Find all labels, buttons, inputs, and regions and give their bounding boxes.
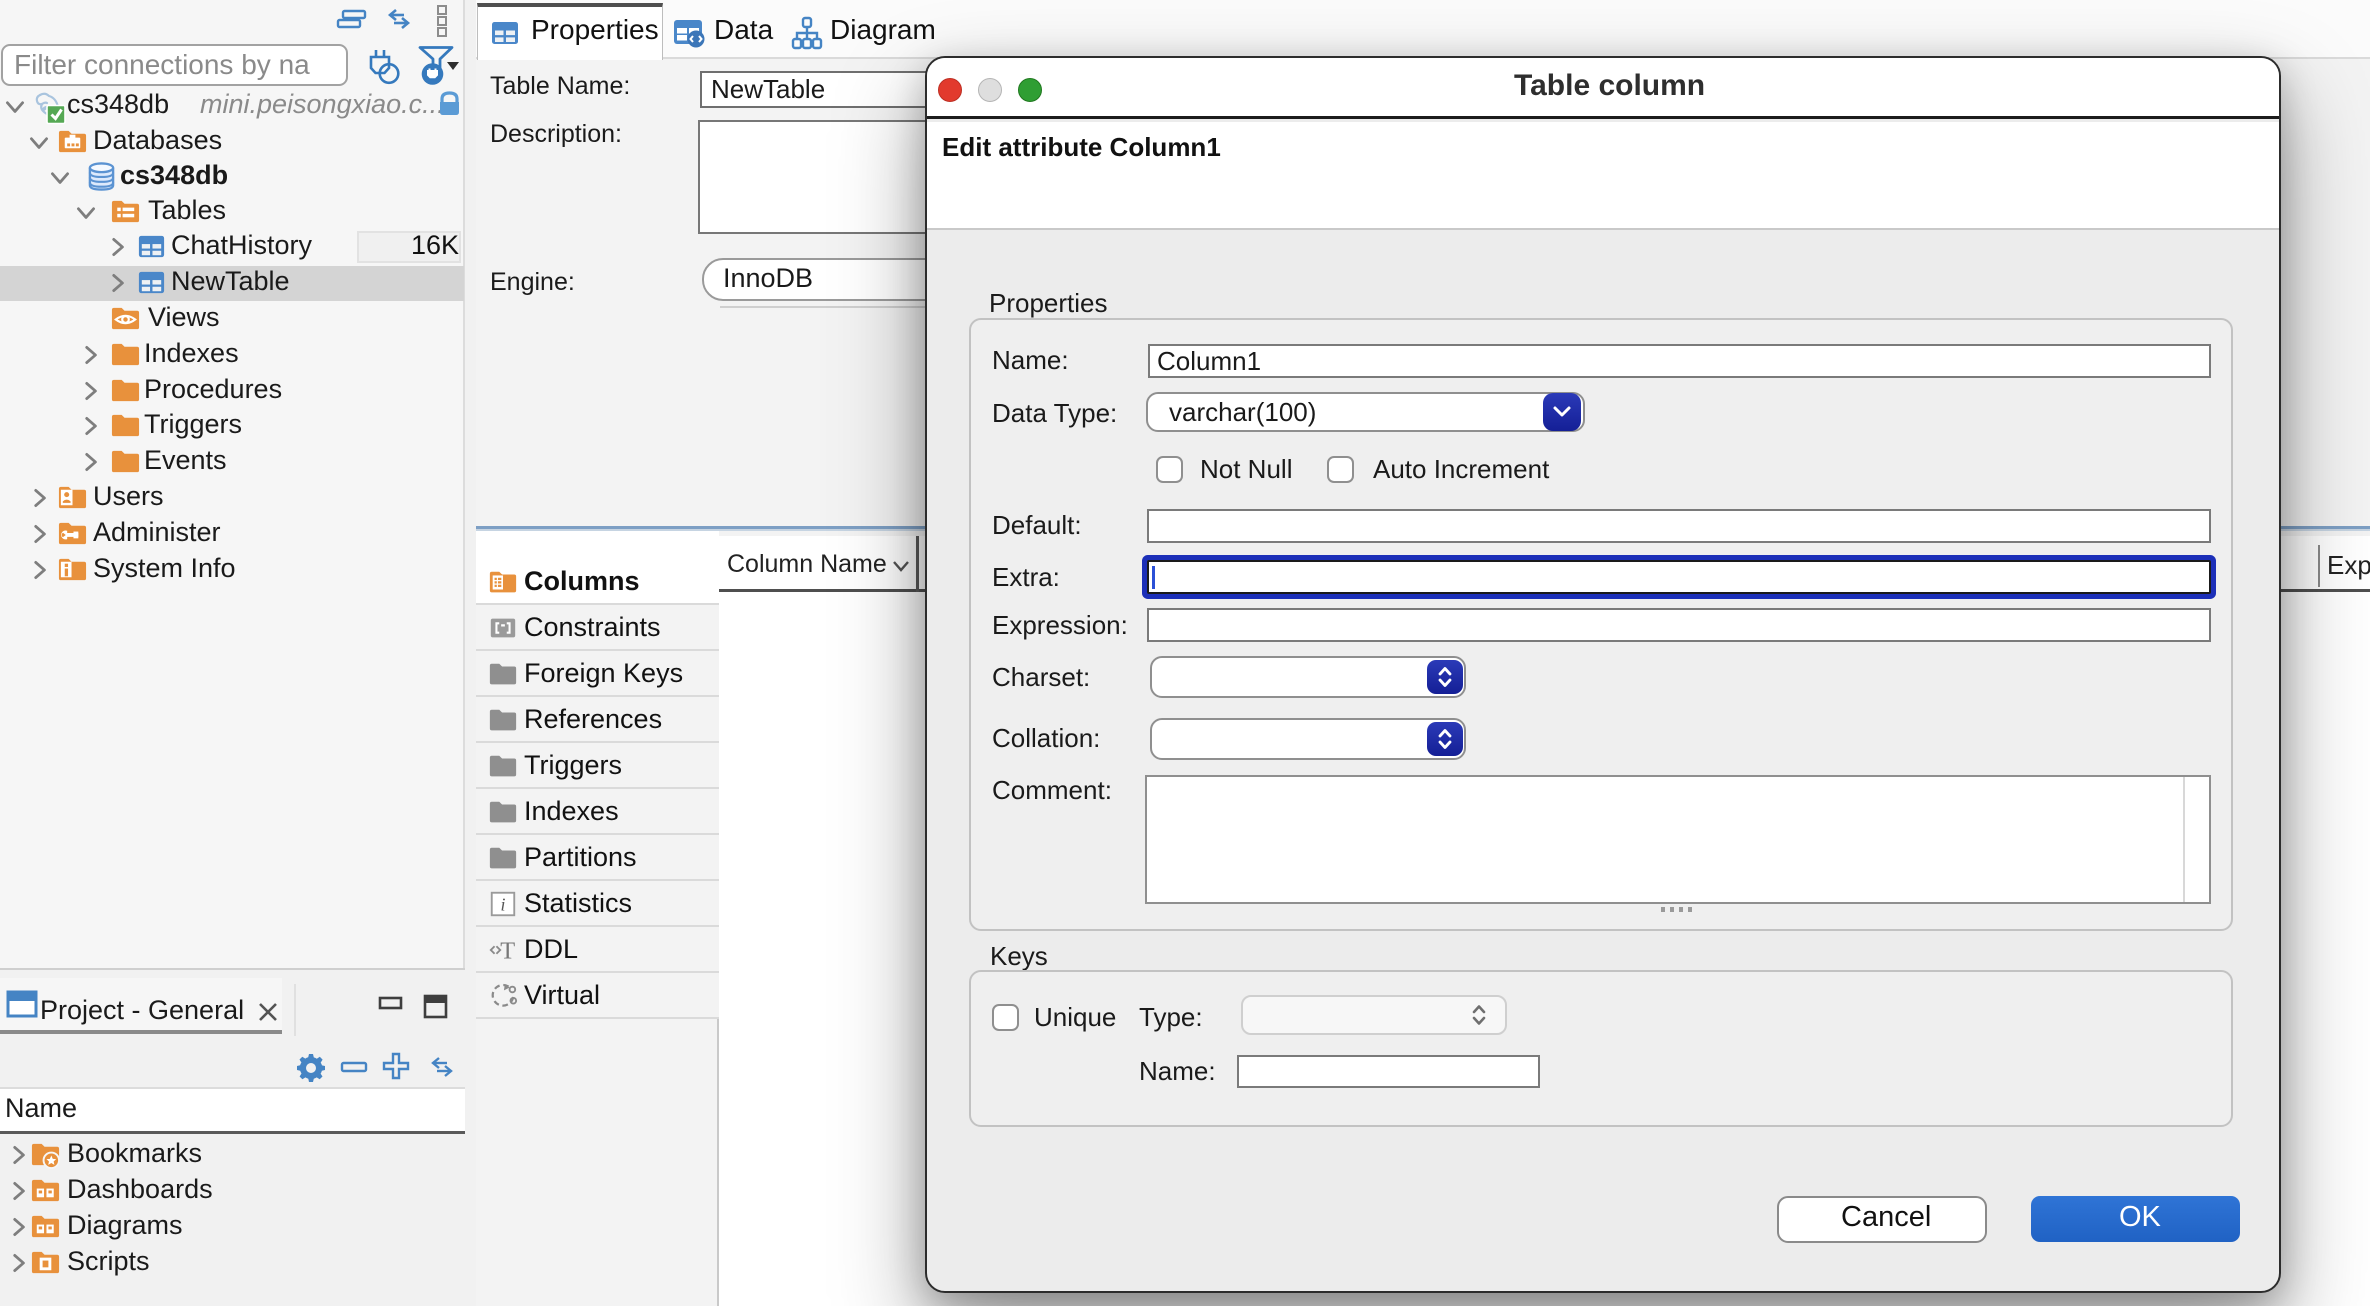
svg-text:T: T (500, 937, 515, 964)
svg-text:i: i (501, 895, 506, 915)
